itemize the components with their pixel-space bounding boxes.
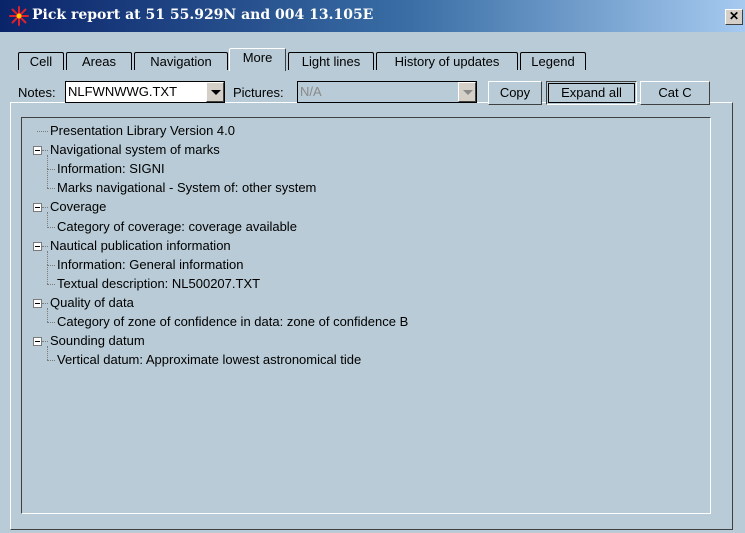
info-tree[interactable]: Presentation Library Version 4.0 Navigati… xyxy=(21,117,711,514)
tree-leaf[interactable]: Information: General information xyxy=(57,256,243,274)
tree-leaf[interactable]: Information: SIGNI xyxy=(57,160,165,178)
tree-connector xyxy=(47,346,48,361)
tree-connector xyxy=(47,212,48,227)
tree-connector xyxy=(47,283,55,285)
tree-node[interactable]: Quality of data xyxy=(50,294,134,312)
toolbar: Notes: NLFWNWWG.TXT Pictures: N/A Copy E… xyxy=(18,80,728,106)
tab-label: Navigation xyxy=(150,54,212,69)
tab-light-lines[interactable]: Light lines xyxy=(288,52,374,70)
cat-c-button[interactable]: Cat C xyxy=(640,81,710,105)
tree-connector xyxy=(42,302,48,304)
chevron-down-icon[interactable] xyxy=(206,82,224,102)
tab-history-of-updates[interactable]: History of updates xyxy=(376,52,518,70)
tree-connector xyxy=(42,245,48,247)
tree-connector xyxy=(47,307,48,322)
tree-connector xyxy=(47,264,55,266)
tab-label: Areas xyxy=(82,54,116,69)
collapse-icon[interactable] xyxy=(33,337,42,347)
tree-connector xyxy=(42,341,48,343)
tab-label: Legend xyxy=(531,54,575,69)
tab-label: More xyxy=(242,50,273,65)
expand-all-button-label: Expand all xyxy=(561,85,622,100)
tree-connector xyxy=(42,150,48,152)
pictures-label: Pictures: xyxy=(233,85,284,100)
asterisk-star-icon xyxy=(9,6,29,26)
tree-leaf[interactable]: Category of coverage: coverage available xyxy=(57,218,297,236)
tree-leaf[interactable]: Vertical datum: Approximate lowest astro… xyxy=(57,351,361,369)
tree-connector xyxy=(42,207,48,209)
copy-button[interactable]: Copy xyxy=(488,81,542,105)
tree-leaf[interactable]: Textual description: NL500207.TXT xyxy=(57,275,260,293)
notes-label: Notes: xyxy=(18,85,56,100)
collapse-icon[interactable] xyxy=(33,241,42,251)
notes-select[interactable]: NLFWNWWG.TXT xyxy=(65,81,225,103)
dialog-client-area: Cell Areas Navigation More Light lines H… xyxy=(0,32,745,533)
tree-connector xyxy=(47,226,55,228)
pictures-select: N/A xyxy=(297,81,477,103)
cat-c-button-label: Cat C xyxy=(658,85,692,100)
tree-connector xyxy=(47,360,55,362)
close-button[interactable]: ✕ xyxy=(725,9,743,25)
tree-node[interactable]: Presentation Library Version 4.0 xyxy=(50,122,235,140)
chevron-down-icon xyxy=(458,82,476,102)
tree-connector xyxy=(47,250,48,265)
tree-leaf[interactable]: Category of zone of confidence in data: … xyxy=(57,313,408,331)
notes-value: NLFWNWWG.TXT xyxy=(68,84,178,99)
close-icon: ✕ xyxy=(728,9,740,23)
window-title: Pick report at 51 55.929N and 004 13.105… xyxy=(32,7,374,23)
pictures-value: N/A xyxy=(300,84,322,99)
tab-more[interactable]: More xyxy=(229,48,286,71)
tab-navigation[interactable]: Navigation xyxy=(134,52,228,70)
tree-connector xyxy=(47,188,55,190)
tree-node[interactable]: Coverage xyxy=(50,198,106,216)
tree-connector xyxy=(47,264,48,284)
tab-legend[interactable]: Legend xyxy=(520,52,586,70)
tree-node[interactable]: Nautical publication information xyxy=(50,237,231,255)
tree-connector xyxy=(47,169,55,171)
tree-connector xyxy=(47,169,48,189)
tab-areas[interactable]: Areas xyxy=(66,52,132,70)
tree-leaf[interactable]: Marks navigational - System of: other sy… xyxy=(57,179,316,197)
tree-node[interactable]: Navigational system of marks xyxy=(50,141,220,159)
pick-report-window: Pick report at 51 55.929N and 004 13.105… xyxy=(0,0,745,533)
tree-node[interactable]: Sounding datum xyxy=(50,332,145,350)
tree-connector xyxy=(47,155,48,170)
tree-connector xyxy=(47,322,55,323)
tab-label: Light lines xyxy=(301,54,361,69)
collapse-icon[interactable] xyxy=(33,146,42,156)
tab-label: Cell xyxy=(29,54,53,69)
title-bar[interactable]: Pick report at 51 55.929N and 004 13.105… xyxy=(0,0,745,32)
expand-all-button[interactable]: Expand all xyxy=(546,81,637,105)
copy-button-label: Copy xyxy=(499,85,531,100)
tab-label: History of updates xyxy=(394,54,500,69)
tree-connector xyxy=(37,131,48,132)
collapse-icon[interactable] xyxy=(33,203,42,213)
tab-cell[interactable]: Cell xyxy=(18,52,64,70)
collapse-icon[interactable] xyxy=(33,298,42,308)
